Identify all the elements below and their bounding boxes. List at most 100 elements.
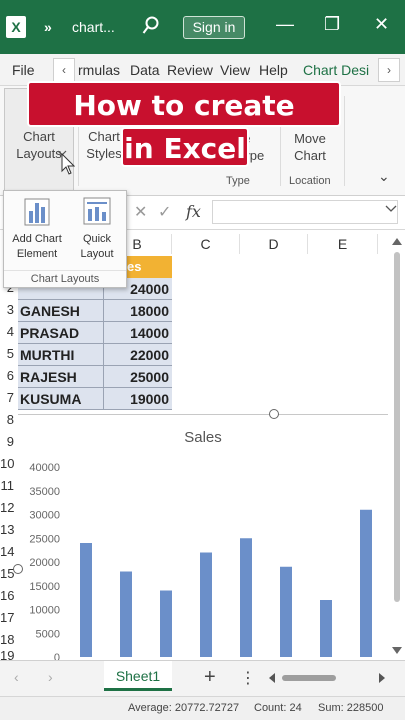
- row-header[interactable]: 6: [0, 368, 18, 383]
- insert-function-icon[interactable]: fx: [186, 202, 201, 221]
- add-chart-element-label: Add Chart Element: [12, 233, 62, 260]
- status-sum: Sum: 228500: [318, 702, 384, 714]
- table-cell-value[interactable]: 22000: [103, 344, 172, 366]
- add-sheet-icon[interactable]: +: [204, 666, 216, 689]
- mouse-cursor-icon: [61, 153, 75, 175]
- formula-cancel-icon[interactable]: ✕: [134, 202, 147, 222]
- sheet-tab-sheet1[interactable]: Sheet1: [104, 661, 172, 691]
- ribbon-collapse-icon[interactable]: ⌄: [378, 168, 390, 185]
- chart-bar[interactable]: [200, 552, 212, 658]
- y-tick-label: 40000: [29, 462, 60, 474]
- table-cell-value[interactable]: 19000: [103, 388, 172, 410]
- row-header[interactable]: 17: [0, 610, 18, 625]
- y-tick-label: 5000: [36, 628, 60, 640]
- chart-layouts-group-label: Chart Layouts: [4, 270, 126, 285]
- more-options-icon[interactable]: ⋮: [240, 668, 256, 688]
- formula-input[interactable]: [212, 200, 398, 224]
- overflow-chevron-icon[interactable]: »: [44, 19, 52, 35]
- sheet-prev-icon[interactable]: ‹: [14, 669, 19, 685]
- tab-view[interactable]: View: [220, 62, 250, 78]
- y-tick-label: 35000: [29, 486, 60, 498]
- row-header[interactable]: 11: [0, 478, 18, 493]
- search-icon[interactable]: [142, 16, 160, 36]
- chart-resize-handle[interactable]: [269, 409, 279, 419]
- close-icon[interactable]: ✕: [374, 14, 389, 35]
- table-cell-value[interactable]: 14000: [103, 322, 172, 344]
- row-header[interactable]: 7: [0, 390, 18, 405]
- row-header[interactable]: 12: [0, 500, 18, 515]
- table-cell-name[interactable]: RAJESH: [18, 366, 103, 388]
- y-tick-label: 25000: [29, 533, 60, 545]
- chart-bar[interactable]: [160, 590, 172, 658]
- status-average: Average: 20772.72727: [128, 702, 240, 714]
- ribbon-separator: [344, 96, 345, 186]
- sales-chart[interactable]: Sales 40000 35000 30000 25000 20000 15000 1000…: [18, 414, 388, 661]
- ribbon-group-location: Location: [289, 175, 331, 187]
- file-name: chart...: [72, 19, 115, 35]
- vertical-scrollbar[interactable]: [391, 236, 403, 656]
- chart-layouts-dropdown: Add Chart Element Quick Layout Chart Lay…: [3, 190, 127, 288]
- row-header[interactable]: 13: [0, 522, 18, 537]
- quick-layout-button[interactable]: Quick Layout: [68, 193, 126, 265]
- chart-bar[interactable]: [80, 543, 92, 657]
- y-tick-label: 15000: [29, 581, 60, 593]
- table-cell-name[interactable]: PRASAD: [18, 322, 103, 344]
- row-header[interactable]: 8: [0, 412, 18, 427]
- title-bar: X » chart... Sign in — ❐ ✕: [0, 0, 405, 54]
- chart-bar[interactable]: [120, 571, 132, 658]
- sign-in-button[interactable]: Sign in: [183, 16, 245, 39]
- sheet-next-icon[interactable]: ›: [48, 669, 53, 685]
- chart-styles-button[interactable]: Chart Styles: [82, 128, 126, 162]
- status-count: Count: 24: [254, 702, 302, 714]
- row-header[interactable]: 9: [0, 434, 18, 449]
- y-tick-label: 20000: [29, 557, 60, 569]
- column-header-d[interactable]: D: [240, 234, 308, 254]
- y-tick-label: 10000: [29, 605, 60, 617]
- tab-data[interactable]: Data: [130, 62, 160, 78]
- tab-file[interactable]: File: [12, 62, 35, 78]
- chart-bar[interactable]: [280, 566, 292, 657]
- table-cell-name[interactable]: MURTHI: [18, 344, 103, 366]
- formula-expand-icon[interactable]: [385, 204, 397, 214]
- tab-review[interactable]: Review: [167, 62, 213, 78]
- chart-plot[interactable]: 4000035000300002500020000150001000050000: [18, 415, 388, 661]
- move-chart-button[interactable]: Move Chart: [284, 130, 336, 164]
- table-cell-value[interactable]: 18000: [103, 300, 172, 322]
- tutorial-banner-line1: How to create Charts: [27, 81, 341, 168]
- row-header[interactable]: 19: [0, 648, 18, 660]
- table-cell-name[interactable]: KUSUMA: [18, 388, 103, 410]
- tab-formulas[interactable]: rmulas: [78, 62, 120, 78]
- add-chart-element-icon: [24, 198, 50, 226]
- chart-bar[interactable]: [360, 509, 372, 657]
- column-header-e[interactable]: E: [308, 234, 378, 254]
- row-header[interactable]: 4: [0, 324, 18, 339]
- row-header[interactable]: 14: [0, 544, 18, 559]
- table-cell-value[interactable]: 25000: [103, 366, 172, 388]
- row-header[interactable]: 3: [0, 302, 18, 317]
- table-cell-name[interactable]: GANESH: [18, 300, 103, 322]
- tutorial-banner-line2: in Excel: [121, 127, 249, 167]
- quick-layout-label: Quick Layout: [80, 233, 114, 260]
- row-header[interactable]: 18: [0, 632, 18, 647]
- row-header[interactable]: 5: [0, 346, 18, 361]
- restore-icon[interactable]: ❐: [324, 14, 340, 35]
- excel-logo-icon: X: [6, 16, 26, 38]
- tab-scroll-right-icon[interactable]: ›: [378, 58, 400, 82]
- add-chart-element-button[interactable]: Add Chart Element: [8, 193, 66, 265]
- row-header[interactable]: 10: [0, 456, 18, 471]
- chart-resize-handle[interactable]: [13, 564, 23, 574]
- formula-enter-icon[interactable]: ✓: [158, 202, 171, 222]
- column-header-c[interactable]: C: [172, 234, 240, 254]
- tab-help[interactable]: Help: [259, 62, 288, 78]
- tab-scroll-left-icon[interactable]: ‹: [53, 58, 75, 82]
- minimize-icon[interactable]: —: [276, 14, 294, 35]
- status-bar: Average: 20772.72727 Count: 24 Sum: 2285…: [0, 696, 405, 720]
- chart-bar[interactable]: [240, 538, 252, 657]
- tab-chart-design[interactable]: Chart Desi: [303, 62, 369, 78]
- horizontal-scrollbar[interactable]: [268, 671, 386, 685]
- sheet-tabs-bar: ‹ › Sheet1 + ⋮: [0, 660, 405, 696]
- quick-layout-icon: [83, 197, 111, 225]
- chart-bar[interactable]: [320, 600, 332, 657]
- row-header[interactable]: 16: [0, 588, 18, 603]
- y-tick-label: 30000: [29, 510, 60, 522]
